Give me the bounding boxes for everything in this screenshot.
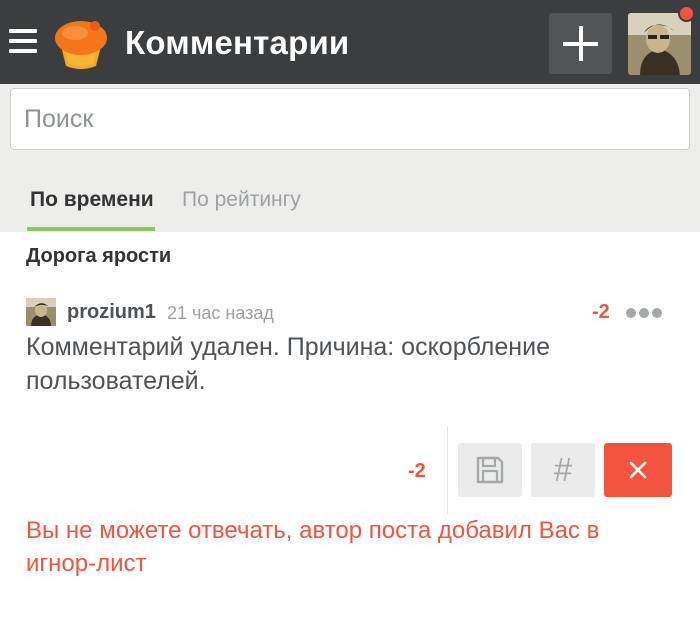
tab-by-time[interactable]: По времени xyxy=(30,187,154,213)
more-dots-icon[interactable] xyxy=(626,307,662,319)
cupcake-logo[interactable] xyxy=(50,14,112,72)
hamburger-menu-icon[interactable] xyxy=(9,29,37,53)
close-button[interactable] xyxy=(604,443,672,497)
active-tab-indicator xyxy=(27,227,155,231)
search-bar xyxy=(0,84,700,158)
actions-divider xyxy=(447,426,448,514)
close-icon xyxy=(629,461,647,479)
page-title: Комментарии xyxy=(125,24,350,61)
save-comment-button[interactable] xyxy=(458,443,522,497)
user-avatar[interactable] xyxy=(628,13,691,75)
comment-author-avatar[interactable] xyxy=(26,298,56,326)
comment-text: Комментарий удален. Причина: оскорбление… xyxy=(26,333,550,395)
post-title[interactable]: Дорога ярости xyxy=(26,243,171,269)
ignore-list-notice: Вы не можете отвечать, автор поста добав… xyxy=(26,517,600,577)
search-input[interactable] xyxy=(10,88,690,150)
add-post-button[interactable] xyxy=(549,13,612,74)
comment-link-button[interactable]: # xyxy=(531,443,595,497)
save-icon xyxy=(476,456,504,484)
comment-timestamp: 21 час назад xyxy=(167,303,274,323)
sort-tabs: По времени По рейтингу xyxy=(0,158,700,232)
action-rating: -2 xyxy=(408,460,426,482)
comment-rating: -2 xyxy=(592,301,610,323)
notification-badge xyxy=(678,5,695,22)
top-app-bar: Комментарии xyxy=(0,0,700,84)
comment-author-name[interactable]: prozium1 xyxy=(67,299,156,325)
tab-by-rating[interactable]: По рейтингу xyxy=(182,187,301,213)
